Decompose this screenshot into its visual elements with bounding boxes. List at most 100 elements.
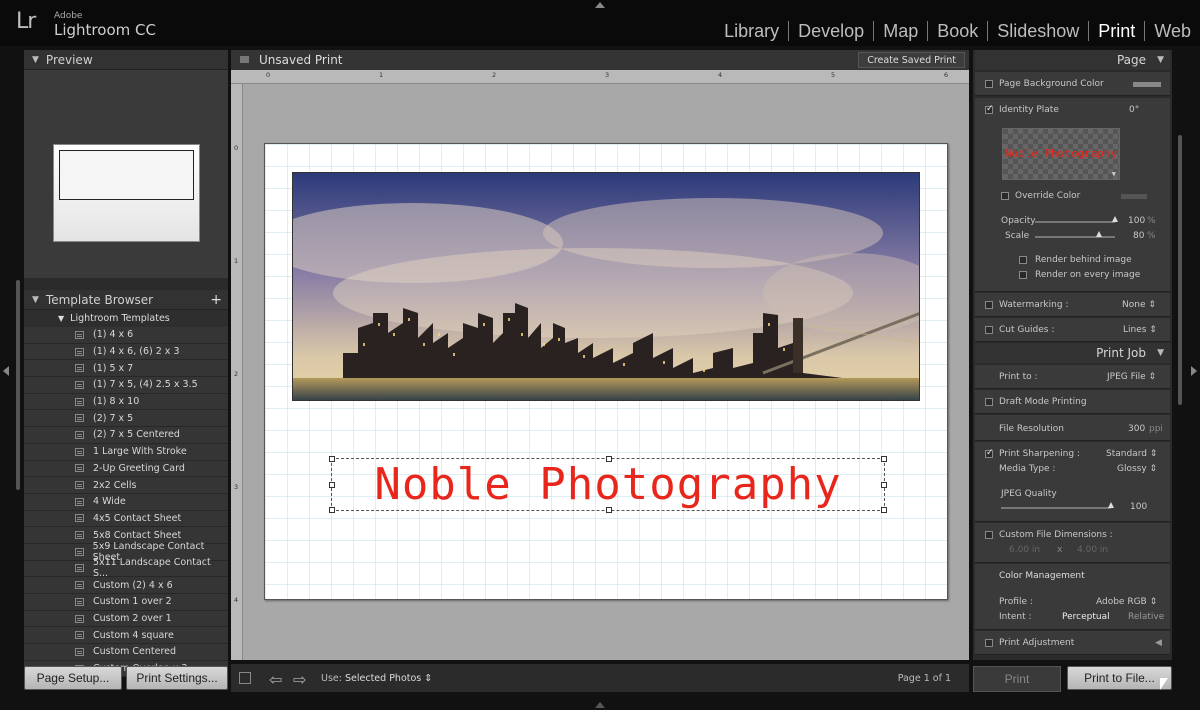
watermarking-row: Watermarking : None ⇕ xyxy=(975,293,1170,317)
collapse-right-panel-icon[interactable] xyxy=(1191,366,1197,376)
override-color-swatch[interactable] xyxy=(1121,194,1147,199)
use-dropdown[interactable]: Selected Photos ⇕ xyxy=(345,673,432,684)
page-bg-color-checkbox[interactable] xyxy=(985,80,993,88)
opacity-slider-knob[interactable] xyxy=(1112,216,1118,222)
print-adjustment-row: Print Adjustment ◀ xyxy=(975,631,1170,655)
identity-plate-angle[interactable]: 0° xyxy=(1129,105,1139,115)
page-section-header[interactable]: Page ▼ xyxy=(975,50,1170,70)
profile-dropdown[interactable]: Adobe RGB ⇕ xyxy=(1096,597,1157,607)
print-canvas: Noble Photography xyxy=(243,84,969,660)
template-item[interactable]: Custom 2 over 1 xyxy=(24,610,228,628)
collapse-left-panel-icon[interactable] xyxy=(3,366,9,376)
page-bg-color-swatch[interactable] xyxy=(1133,82,1161,87)
opacity-value[interactable]: 100 xyxy=(1128,216,1145,226)
template-folder-lightroom[interactable]: ▼ Lightroom Templates xyxy=(24,310,228,327)
render-every-checkbox[interactable] xyxy=(1019,271,1027,279)
resize-handle[interactable] xyxy=(329,507,335,513)
template-item[interactable]: Custom 1 over 2 xyxy=(24,594,228,611)
template-item[interactable]: (1) 8 x 10 xyxy=(24,393,228,411)
template-item[interactable]: (1) 4 x 6 xyxy=(24,327,228,344)
resize-handle[interactable] xyxy=(329,482,335,488)
watermarking-checkbox[interactable] xyxy=(985,301,993,309)
cut-guides-checkbox[interactable] xyxy=(985,326,993,334)
intent-relative-option[interactable]: Relative xyxy=(1128,612,1164,622)
resize-handle[interactable] xyxy=(881,507,887,513)
override-color-checkbox[interactable] xyxy=(1001,192,1009,200)
resize-handle[interactable] xyxy=(606,507,612,513)
custom-dims-checkbox[interactable] xyxy=(985,531,993,539)
print-settings-button[interactable]: Print Settings... xyxy=(126,666,228,690)
module-book[interactable]: Book xyxy=(928,21,987,42)
collapse-filmstrip-icon[interactable] xyxy=(595,702,605,708)
template-item[interactable]: 4x5 Contact Sheet xyxy=(24,510,228,528)
watermarking-dropdown[interactable]: None ⇕ xyxy=(1122,300,1156,310)
resize-handle[interactable] xyxy=(329,456,335,462)
template-item[interactable]: (2) 7 x 5 xyxy=(24,410,228,428)
jpeg-quality-slider[interactable] xyxy=(1001,507,1111,509)
print-job-header[interactable]: Print Job ▼ xyxy=(975,343,1170,363)
template-item[interactable]: 1 Large With Stroke xyxy=(24,443,228,461)
previous-arrow-icon[interactable]: ⇦ xyxy=(269,670,282,689)
identity-plate-overlay[interactable]: Noble Photography xyxy=(329,456,887,513)
expand-triangle-icon[interactable]: ◀ xyxy=(1155,638,1162,648)
template-item[interactable]: Custom 4 square xyxy=(24,627,228,645)
cut-guides-dropdown[interactable]: Lines ⇕ xyxy=(1123,325,1157,335)
template-item[interactable]: 5x11 Landscape Contact S... xyxy=(24,557,228,579)
print-sharpening-dropdown[interactable]: Standard ⇕ xyxy=(1106,449,1157,459)
module-library[interactable]: Library xyxy=(715,21,788,42)
module-slideshow[interactable]: Slideshow xyxy=(988,21,1088,42)
jpeg-quality-slider-knob[interactable] xyxy=(1108,502,1114,508)
draft-mode-checkbox[interactable] xyxy=(985,398,993,406)
template-label: 5x11 Landscape Contact S... xyxy=(92,557,211,580)
template-label: (2) 7 x 5 Centered xyxy=(93,429,180,441)
template-item[interactable]: (1) 5 x 7 xyxy=(24,360,228,378)
resize-handle[interactable] xyxy=(606,456,612,462)
scale-slider[interactable] xyxy=(1035,236,1115,238)
module-map[interactable]: Map xyxy=(874,21,927,42)
print-sharpening-checkbox[interactable] xyxy=(985,448,994,458)
identity-plate-checkbox[interactable] xyxy=(985,104,994,114)
scale-slider-knob[interactable] xyxy=(1096,231,1102,237)
opacity-slider[interactable] xyxy=(1035,221,1115,223)
jpeg-quality-value[interactable]: 100 xyxy=(1130,502,1147,512)
left-panel-scrollbar[interactable] xyxy=(16,280,20,490)
template-icon xyxy=(75,497,84,506)
file-resolution-value[interactable]: 300 xyxy=(1128,424,1145,434)
template-item[interactable]: 4 Wide xyxy=(24,493,228,511)
template-item[interactable]: (1) 4 x 6, (6) 2 x 3 xyxy=(24,343,228,361)
resize-handle[interactable] xyxy=(881,482,887,488)
template-item[interactable]: (1) 7 x 5, (4) 2.5 x 3.5 xyxy=(24,377,228,394)
custom-height-field[interactable]: 4.00 in xyxy=(1077,545,1108,555)
print-adjustment-checkbox[interactable] xyxy=(985,639,993,647)
media-type-dropdown[interactable]: Glossy ⇕ xyxy=(1117,464,1157,474)
render-behind-checkbox[interactable] xyxy=(1019,256,1027,264)
use-label: Use: xyxy=(321,673,342,684)
print-button[interactable]: Print xyxy=(973,666,1061,692)
module-develop[interactable]: Develop xyxy=(789,21,873,42)
intent-perceptual-option[interactable]: Perceptual xyxy=(1062,612,1110,622)
module-print[interactable]: Print xyxy=(1089,21,1144,42)
template-browser-header[interactable]: ▼ Template Browser + xyxy=(24,290,228,310)
add-template-icon[interactable]: + xyxy=(210,292,222,308)
photo-cell[interactable] xyxy=(292,172,920,401)
right-panel-scrollbar[interactable] xyxy=(1178,135,1182,405)
template-item[interactable]: 2x2 Cells xyxy=(24,477,228,494)
identity-plate-preview[interactable]: Noble Photography ▼ xyxy=(1002,128,1120,180)
custom-width-field[interactable]: 6.00 in xyxy=(1009,545,1040,555)
print-to-dropdown[interactable]: JPEG File ⇕ xyxy=(1107,372,1156,382)
scale-value[interactable]: 80 xyxy=(1133,231,1144,241)
resize-handle[interactable] xyxy=(881,456,887,462)
next-arrow-icon[interactable]: ⇨ xyxy=(293,670,306,689)
template-item[interactable]: (2) 7 x 5 Centered xyxy=(24,427,228,444)
module-web[interactable]: Web xyxy=(1145,21,1200,42)
template-item[interactable]: Custom Centered xyxy=(24,644,228,661)
create-saved-print-button[interactable]: Create Saved Print xyxy=(858,52,965,68)
preview-header[interactable]: ▼ Preview xyxy=(24,50,228,70)
show-filmstrip-checkbox[interactable] xyxy=(239,672,251,684)
disclosure-triangle-icon: ▼ xyxy=(1157,348,1164,358)
page-setup-button[interactable]: Page Setup... xyxy=(24,666,122,690)
collapse-top-panel-icon[interactable] xyxy=(595,2,605,8)
template-item[interactable]: 2-Up Greeting Card xyxy=(24,460,228,478)
print-to-file-button[interactable]: Print to File... xyxy=(1066,666,1172,690)
template-item[interactable]: Custom (2) 4 x 6 xyxy=(24,577,228,594)
